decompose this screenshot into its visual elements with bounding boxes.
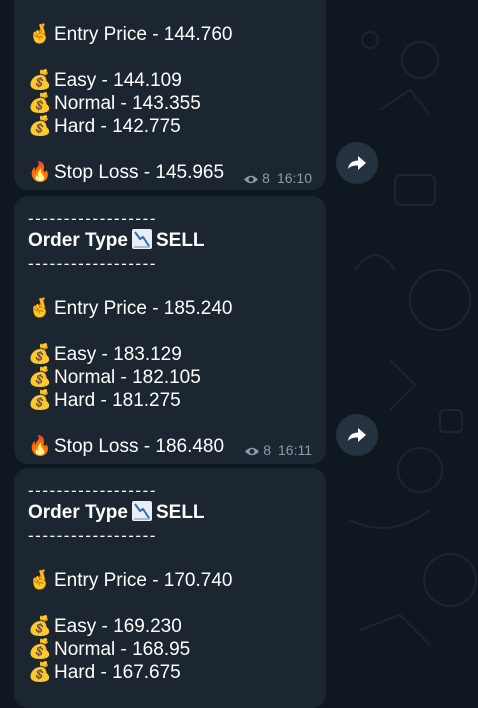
view-count: 8 [262, 170, 270, 186]
crossed-fingers-icon: 🤞 [28, 297, 52, 319]
share-arrow-icon [348, 428, 366, 442]
share-button[interactable] [336, 142, 378, 184]
entry-price-line: 🤞 Entry Price - 185.240 [28, 297, 233, 319]
message-time: 16:10 [276, 170, 312, 186]
chart-decreasing-icon [131, 229, 152, 249]
message-bubble-1: 🤞 Entry Price - 144.760 💰 Easy - 144.109 💰… [14, 0, 326, 190]
target-line: 💰 Easy - 144.109 [28, 69, 182, 91]
message-meta: 8 16:11 [244, 442, 312, 458]
target-line: 💰 Hard - 181.275 [28, 389, 181, 411]
message-time: 16:11 [278, 442, 312, 458]
divider-line: ------------------ [28, 254, 157, 273]
entry-price-line: 🤞 Entry Price - 170.740 [28, 569, 233, 591]
entry-price-line: 🤞 Entry Price - 144.760 [28, 23, 233, 45]
stop-loss-line: 🔥 Stop Loss - 145.965 [28, 161, 225, 183]
target-line: 💰 Easy - 169.230 [28, 615, 182, 637]
crossed-fingers-icon: 🤞 [28, 569, 52, 591]
money-bag-icon: 💰 [28, 638, 52, 660]
target-line: 💰 Easy - 183.129 [28, 343, 182, 365]
target-line: 💰 Normal - 143.355 [28, 92, 201, 114]
target-line: 💰 Normal - 168.95 [28, 638, 191, 660]
fire-icon: 🔥 [28, 435, 52, 457]
target-line: 💰 Hard - 142.775 [28, 115, 181, 137]
chart-decreasing-icon [131, 501, 152, 521]
message-bubble-2: ------------------ Order Type SELL ------… [14, 196, 326, 464]
share-arrow-icon [348, 156, 366, 170]
divider-line: ------------------ [28, 209, 157, 228]
money-bag-icon: 💰 [28, 343, 52, 365]
money-bag-icon: 💰 [28, 69, 52, 91]
money-bag-icon: 💰 [28, 661, 52, 683]
order-type-line: Order Type SELL [28, 501, 205, 523]
money-bag-icon: 💰 [28, 389, 52, 411]
order-type-line: Order Type SELL [28, 229, 205, 251]
view-count: 8 [263, 442, 271, 458]
divider-line: ------------------ [28, 526, 157, 545]
eye-icon [244, 175, 259, 184]
target-line: 💰 Hard - 167.675 [28, 661, 181, 683]
crossed-fingers-icon: 🤞 [28, 23, 52, 45]
share-button[interactable] [336, 414, 378, 456]
target-line: 💰 Normal - 182.105 [28, 366, 201, 388]
eye-icon [245, 447, 260, 456]
money-bag-icon: 💰 [28, 92, 52, 114]
money-bag-icon: 💰 [28, 115, 52, 137]
message-bubble-3: ------------------ Order Type SELL ------… [14, 468, 326, 708]
fire-icon: 🔥 [28, 161, 52, 183]
divider-line: ------------------ [28, 481, 157, 500]
message-meta: 8 16:10 [243, 170, 312, 186]
money-bag-icon: 💰 [28, 366, 52, 388]
stop-loss-line: 🔥 Stop Loss - 186.480 [28, 435, 225, 457]
money-bag-icon: 💰 [28, 615, 52, 637]
